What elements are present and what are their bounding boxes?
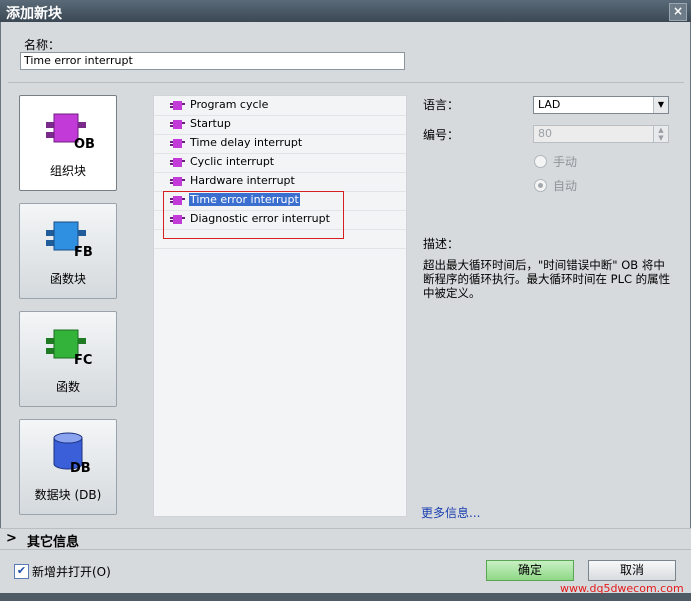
number-stepper[interactable]: 80 ▲ ▼ bbox=[533, 125, 669, 143]
block-type-fb-label: 函数块 bbox=[49, 272, 86, 286]
dialog-title: 添加新块 bbox=[6, 6, 62, 22]
block-type-ob-button[interactable]: OB 组织块 bbox=[19, 95, 117, 191]
block-type-fb-button[interactable]: FB 函数块 bbox=[19, 203, 117, 299]
ok-button[interactable]: 确定 bbox=[486, 560, 574, 581]
number-value: 80 bbox=[538, 127, 552, 140]
other-info-expander[interactable]: > 其它信息 bbox=[0, 528, 691, 550]
db-badge: DB bbox=[70, 461, 91, 474]
block-type-db-button[interactable]: DB 数据块 (DB) bbox=[19, 419, 117, 515]
radio-icon bbox=[534, 155, 547, 168]
ob-small-icon bbox=[170, 139, 185, 148]
language-label: 语言： bbox=[423, 98, 460, 112]
other-info-label: 其它信息 bbox=[27, 535, 80, 550]
list-item[interactable]: Program cycle bbox=[154, 96, 406, 116]
block-type-fc-label: 函数 bbox=[55, 380, 80, 394]
fb-badge: FB bbox=[74, 245, 93, 258]
highlight-box bbox=[163, 191, 344, 239]
block-type-db-label: 数据块 (DB) bbox=[34, 488, 102, 502]
name-label: 名称： bbox=[24, 38, 61, 52]
chevron-right-icon: > bbox=[6, 531, 17, 546]
add-open-label: 新增并打开(O) bbox=[32, 565, 111, 579]
ob-block-icon: OB bbox=[46, 113, 94, 150]
block-type-fc-button[interactable]: FC 函数 bbox=[19, 311, 117, 407]
list-item-label: Program cycle bbox=[190, 98, 269, 111]
list-item[interactable]: Cyclic interrupt bbox=[154, 153, 406, 173]
number-label: 编号： bbox=[423, 128, 460, 142]
list-item-label: Startup bbox=[190, 117, 231, 130]
list-item-label: Hardware interrupt bbox=[190, 174, 295, 187]
ob-type-list: Program cycle Startup Time delay interru… bbox=[153, 95, 407, 517]
manual-radio[interactable]: 手动 bbox=[534, 153, 577, 170]
ob-small-icon bbox=[170, 101, 185, 110]
name-input[interactable]: Time error interrupt bbox=[20, 52, 405, 70]
list-item[interactable]: Hardware interrupt bbox=[154, 172, 406, 192]
list-item[interactable]: Startup bbox=[154, 115, 406, 135]
more-info-link[interactable]: 更多信息... bbox=[421, 504, 480, 521]
fc-badge: FC bbox=[74, 353, 92, 366]
add-open-checkbox[interactable]: ✔ bbox=[14, 564, 29, 579]
db-cylinder-icon: DB bbox=[53, 432, 91, 474]
auto-radio[interactable]: 自动 bbox=[534, 177, 577, 194]
auto-label: 自动 bbox=[553, 179, 578, 193]
watermark: www.dq5dwecom.com bbox=[560, 582, 684, 595]
chevron-down-icon[interactable]: ▼ bbox=[653, 97, 668, 113]
cancel-button[interactable]: 取消 bbox=[588, 560, 676, 581]
radio-selected-icon bbox=[534, 179, 547, 192]
list-item-label: Time delay interrupt bbox=[190, 136, 303, 149]
block-type-ob-label: 组织块 bbox=[49, 164, 86, 178]
list-item-label: Cyclic interrupt bbox=[190, 155, 275, 168]
list-item[interactable]: Time delay interrupt bbox=[154, 134, 406, 154]
ob-small-icon bbox=[170, 158, 185, 167]
close-icon[interactable]: × bbox=[669, 3, 687, 21]
ob-badge: OB bbox=[74, 137, 94, 150]
ob-small-icon bbox=[170, 120, 185, 129]
divider bbox=[8, 82, 684, 83]
manual-label: 手动 bbox=[553, 155, 578, 169]
fb-block-icon: FB bbox=[46, 221, 93, 258]
description-text: 超出最大循环时间后，"时间错误中断" OB 将中断程序的循环执行。最大循环时间在… bbox=[423, 258, 671, 300]
language-select[interactable]: LAD ▼ bbox=[533, 96, 669, 114]
language-value: LAD bbox=[538, 98, 561, 111]
fc-block-icon: FC bbox=[46, 329, 92, 366]
spin-arrows-icon[interactable]: ▲ ▼ bbox=[653, 126, 668, 142]
ob-small-icon bbox=[170, 177, 185, 186]
description-label: 描述： bbox=[423, 237, 460, 251]
title-bar: 添加新块 × bbox=[0, 0, 691, 22]
